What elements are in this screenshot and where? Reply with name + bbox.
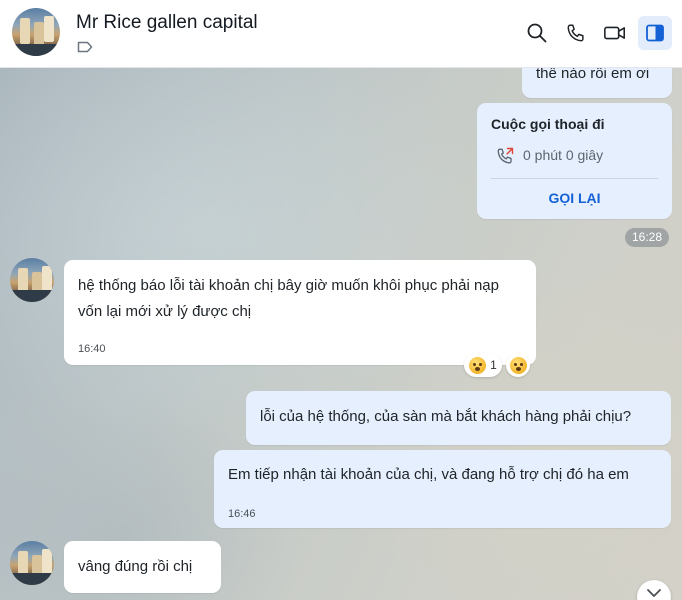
phone-icon[interactable] [563, 20, 589, 46]
chat-header: Mr Rice gallen capital [0, 0, 682, 68]
message-text: Em tiếp nhận tài khoản của chị, và đang … [228, 466, 629, 483]
call-title: Cuộc gọi thoại đi [491, 116, 605, 132]
message-time: 16:46 [228, 508, 256, 520]
message-bubble-incoming[interactable]: vâng đúng rồi chị [64, 541, 221, 593]
tag-icon[interactable] [77, 41, 93, 53]
message-text: lỗi của hệ thống, của sàn mà bắt khách h… [260, 408, 632, 425]
sender-avatar[interactable] [10, 258, 54, 302]
message-text: vâng đúng rồi chị [78, 558, 193, 575]
contact-avatar[interactable] [12, 8, 60, 56]
side-panel-icon[interactable] [638, 16, 672, 50]
message-time: 16:40 [78, 343, 106, 355]
message-bubble-outgoing[interactable]: Em tiếp nhận tài khoản của chị, và đang … [214, 450, 671, 528]
divider [491, 178, 658, 179]
video-call-icon[interactable] [602, 20, 628, 46]
wow-emoji-icon [469, 356, 487, 374]
sender-avatar[interactable] [10, 541, 54, 585]
message-text: hệ thống báo lỗi tài khoản chị bây giờ m… [78, 277, 499, 320]
search-icon[interactable] [524, 20, 550, 46]
wow-emoji-icon [509, 356, 527, 374]
contact-name[interactable]: Mr Rice gallen capital [76, 12, 258, 34]
chevron-down-icon [647, 589, 661, 597]
reaction-count: 1 [490, 358, 497, 372]
call-card: Cuộc gọi thoại đi 0 phút 0 giây GỌI LẠI [477, 103, 672, 219]
call-duration: 0 phút 0 giây [523, 147, 604, 163]
reaction-badge[interactable]: 1 [464, 353, 502, 377]
add-reaction-button[interactable] [506, 353, 530, 377]
call-back-button[interactable]: GỌI LẠI [477, 189, 672, 207]
time-separator: 16:28 [625, 228, 670, 247]
outgoing-call-icon [497, 147, 514, 164]
message-bubble-outgoing[interactable]: lỗi của hệ thống, của sàn mà bắt khách h… [246, 391, 671, 445]
message-bubble-incoming[interactable]: hệ thống báo lỗi tài khoản chị bây giờ m… [64, 260, 536, 365]
